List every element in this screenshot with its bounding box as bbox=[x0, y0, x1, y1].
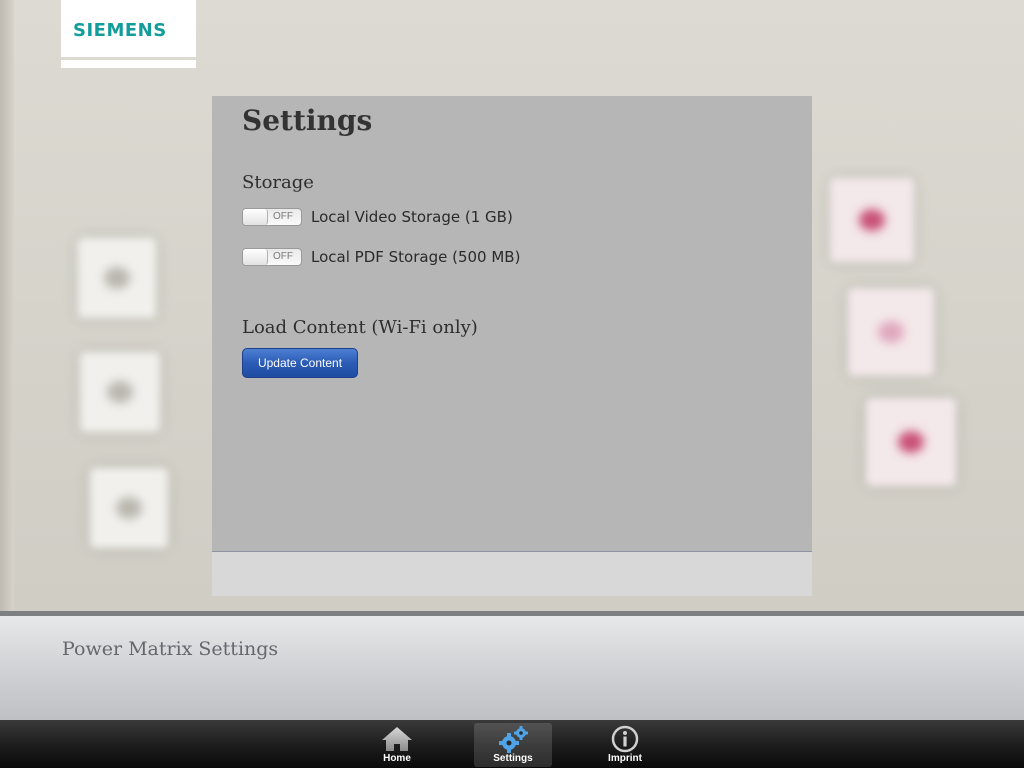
storage-heading: Storage bbox=[242, 172, 314, 193]
tab-bar: Home Settings Imprint bbox=[0, 720, 1024, 768]
info-icon bbox=[608, 725, 642, 753]
video-storage-row: OFF Local Video Storage (1 GB) bbox=[242, 208, 513, 226]
background-tile bbox=[866, 398, 956, 486]
tab-imprint[interactable]: Imprint bbox=[586, 723, 664, 767]
settings-panel: Settings Storage OFF Local Video Storage… bbox=[212, 96, 812, 551]
video-storage-label: Local Video Storage (1 GB) bbox=[311, 208, 513, 226]
background-tile bbox=[90, 468, 168, 548]
logo-underline bbox=[61, 60, 196, 68]
background-tile bbox=[78, 238, 156, 318]
load-content-heading: Load Content (Wi-Fi only) bbox=[242, 317, 478, 338]
background-edge bbox=[0, 0, 14, 612]
siemens-logo: SIEMENS bbox=[61, 0, 196, 57]
video-storage-toggle[interactable]: OFF bbox=[242, 208, 302, 226]
toggle-state: OFF bbox=[273, 211, 293, 222]
update-content-button[interactable]: Update Content bbox=[242, 348, 358, 378]
pdf-storage-toggle[interactable]: OFF bbox=[242, 248, 302, 266]
page-caption: Power Matrix Settings bbox=[62, 638, 279, 660]
background-tile bbox=[848, 288, 934, 376]
tab-home-label: Home bbox=[383, 753, 411, 764]
pdf-storage-label: Local PDF Storage (500 MB) bbox=[311, 248, 521, 266]
background-tile bbox=[830, 178, 914, 262]
home-icon bbox=[380, 725, 414, 753]
tab-settings[interactable]: Settings bbox=[474, 723, 552, 767]
toggle-knob bbox=[243, 209, 268, 225]
page-title: Settings bbox=[242, 104, 373, 137]
logo-text: SIEMENS bbox=[73, 20, 167, 41]
gears-icon bbox=[496, 725, 530, 753]
caption-band: Power Matrix Settings bbox=[0, 611, 1024, 721]
pdf-storage-row: OFF Local PDF Storage (500 MB) bbox=[242, 248, 520, 266]
tab-settings-label: Settings bbox=[493, 753, 533, 764]
tab-imprint-label: Imprint bbox=[608, 753, 642, 764]
toggle-state: OFF bbox=[273, 251, 293, 262]
toggle-knob bbox=[243, 249, 268, 265]
panel-footer bbox=[212, 551, 812, 596]
background-tile bbox=[80, 352, 160, 432]
tab-home[interactable]: Home bbox=[358, 723, 436, 767]
